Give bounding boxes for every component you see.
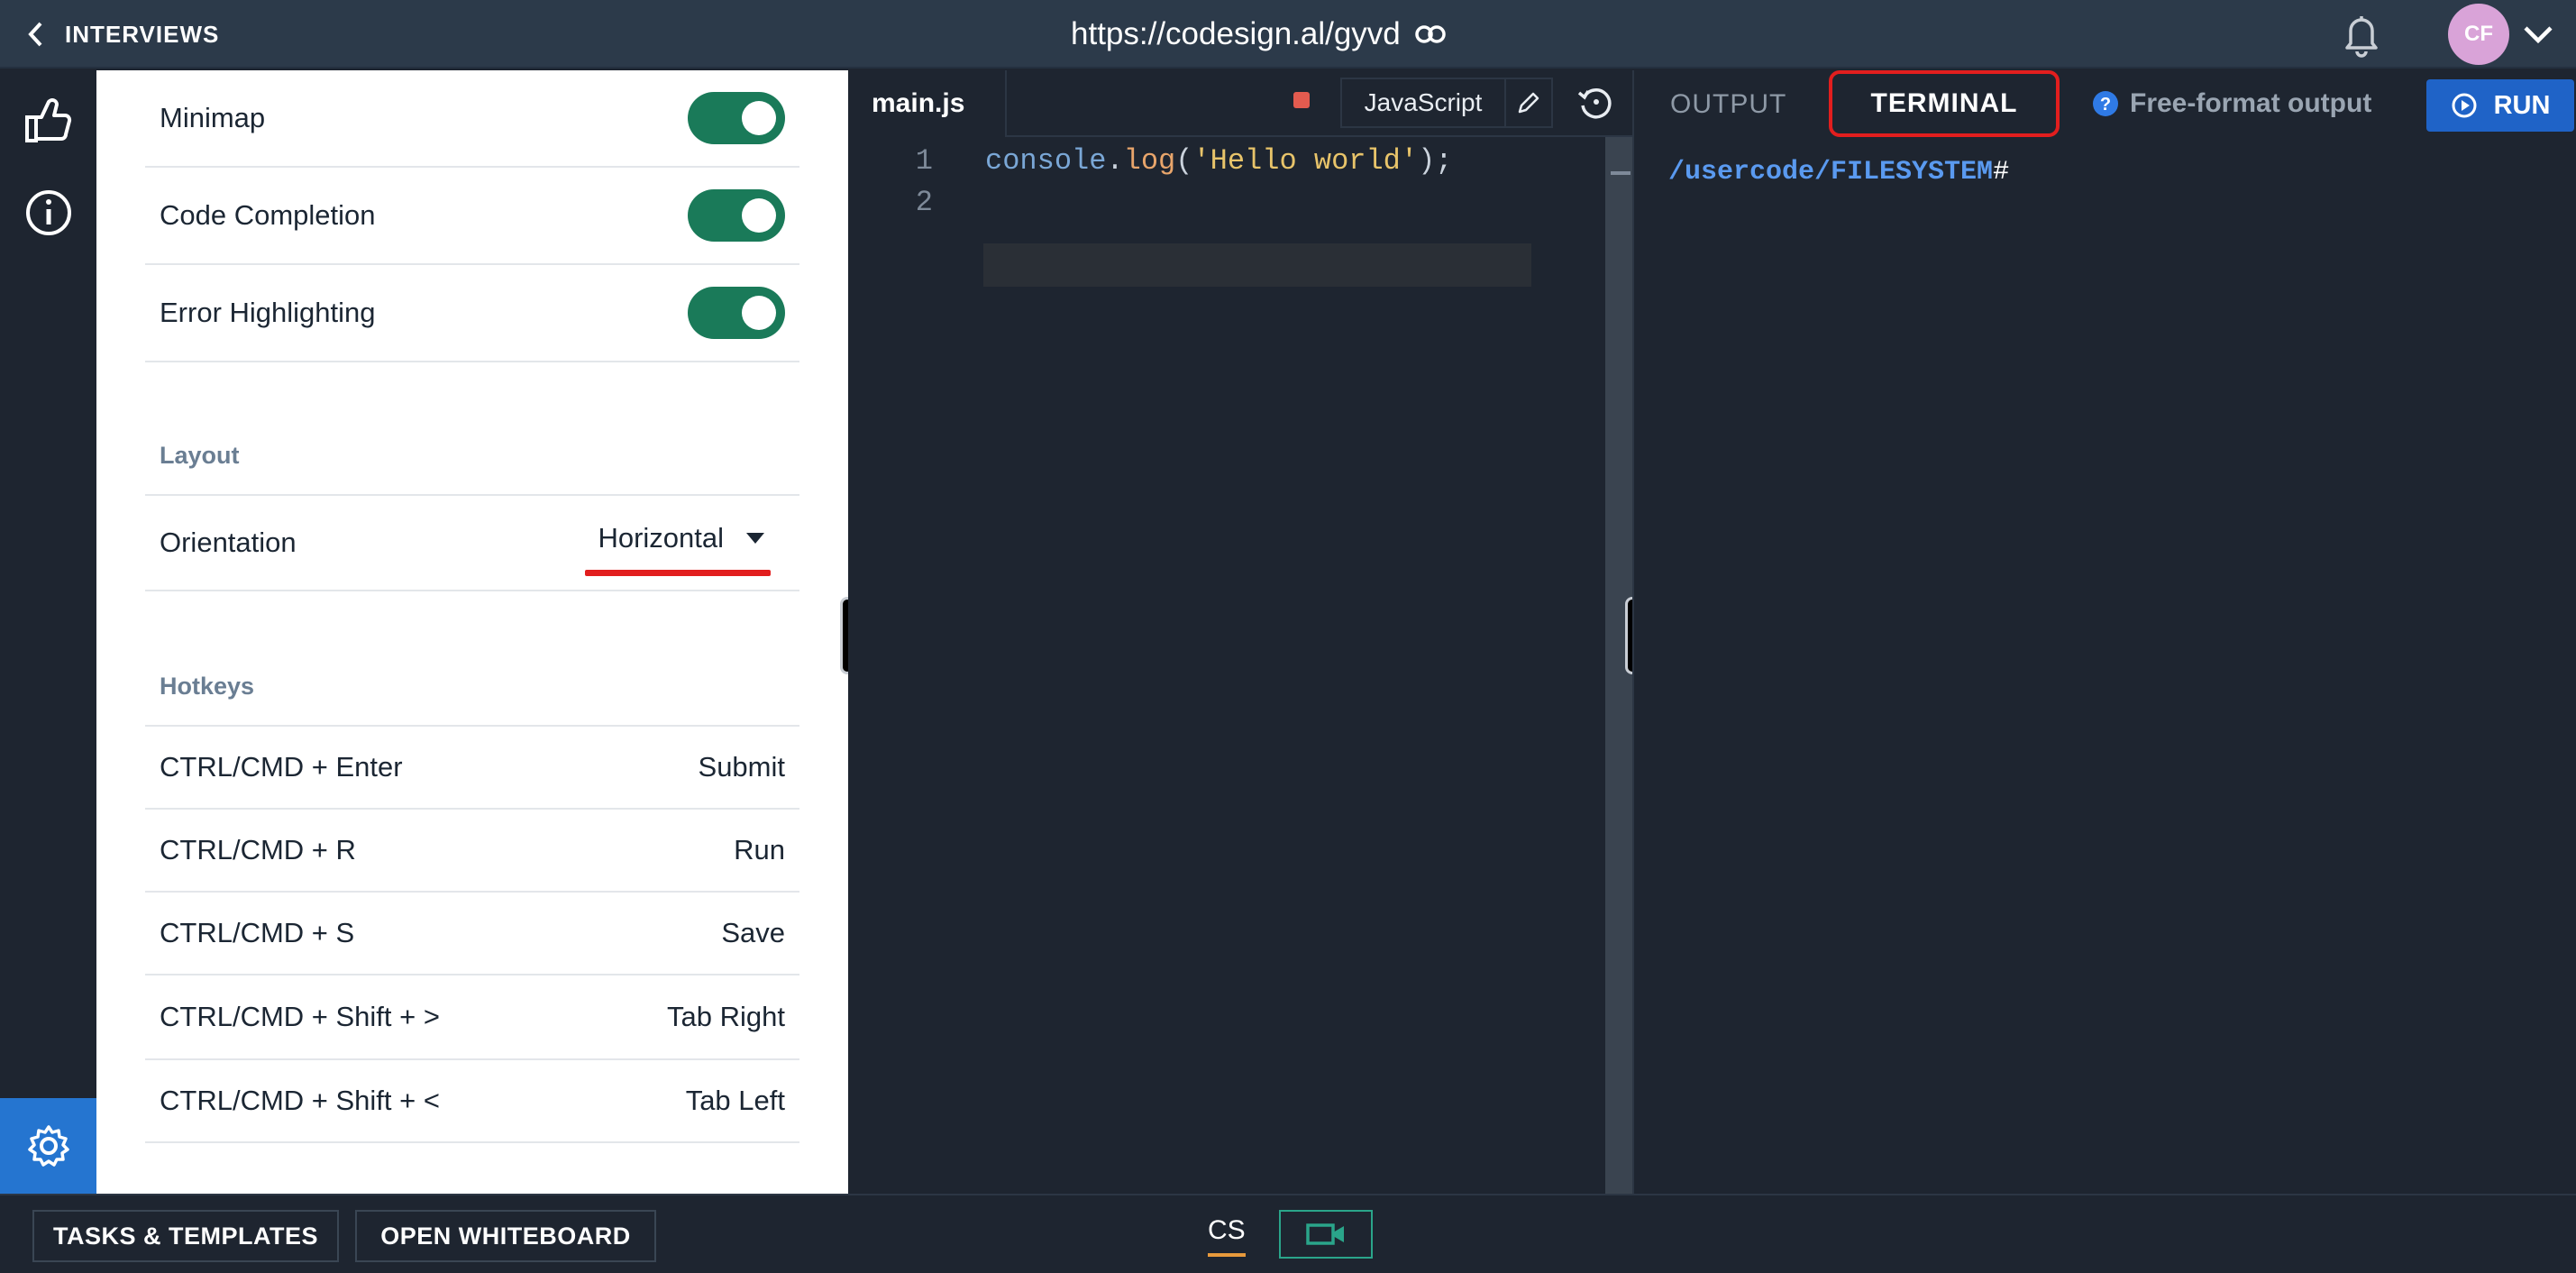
orientation-value: Horizontal bbox=[598, 522, 724, 554]
caret-down-icon bbox=[746, 533, 764, 544]
orientation-select[interactable]: Horizontal bbox=[585, 522, 771, 576]
hotkey-action: Submit bbox=[698, 751, 785, 783]
setting-minimap: Minimap bbox=[145, 70, 799, 168]
setting-code-completion: Code Completion bbox=[145, 168, 799, 265]
file-tab-main-js[interactable]: main.js bbox=[848, 70, 1007, 137]
free-format-label: Free-format output bbox=[2130, 88, 2372, 118]
hotkey-keys: CTRL/CMD + S bbox=[160, 917, 355, 948]
output-panel: OUTPUT TERMINAL ? Free-format output RUN… bbox=[1632, 70, 2576, 1194]
hotkey-action: Run bbox=[734, 834, 785, 865]
terminal-prompt[interactable]: /usercode/FILESYSTEM# bbox=[1668, 157, 2009, 188]
code-area[interactable]: 1 2 console.log('Hello world'); bbox=[848, 137, 1605, 1194]
gear-icon bbox=[27, 1125, 69, 1167]
run-button[interactable]: RUN bbox=[2426, 79, 2574, 132]
red-underline-annotation bbox=[585, 570, 771, 576]
chevron-left-icon bbox=[28, 22, 42, 47]
bell-icon[interactable] bbox=[2338, 9, 2385, 60]
pencil-icon bbox=[1518, 92, 1539, 114]
session-url[interactable]: https://codesign.al/gyvd bbox=[1071, 11, 1446, 58]
info-icon bbox=[26, 190, 71, 235]
code-editor: main.js JavaScript 1 2 console.log('Hell… bbox=[848, 70, 1632, 1194]
prompt-symbol: # bbox=[1993, 157, 2010, 188]
left-rail bbox=[0, 70, 96, 1194]
hotkey-row: CTRL/CMD + Shift + < Tab Left bbox=[145, 1060, 799, 1143]
hotkey-row: CTRL/CMD + S Save bbox=[145, 893, 799, 975]
setting-label: Minimap bbox=[160, 102, 266, 133]
back-to-interviews[interactable]: INTERVIEWS bbox=[27, 13, 219, 56]
settings-tab[interactable] bbox=[0, 1098, 96, 1194]
back-label: INTERVIEWS bbox=[65, 20, 220, 48]
chevron-down-icon[interactable] bbox=[2520, 16, 2556, 52]
hotkey-row: CTRL/CMD + R Run bbox=[145, 810, 799, 893]
code-token: ( bbox=[1175, 144, 1193, 178]
hotkey-action: Tab Left bbox=[685, 1085, 785, 1116]
tab-output[interactable]: OUTPUT bbox=[1670, 70, 1786, 139]
code-token: log bbox=[1123, 144, 1176, 178]
current-line-highlight bbox=[983, 243, 1531, 287]
url-text: https://codesign.al/gyvd bbox=[1071, 16, 1401, 51]
hotkey-keys: CTRL/CMD + Shift + < bbox=[160, 1085, 440, 1116]
history-icon bbox=[1577, 88, 1612, 119]
scrollbar-thumb[interactable] bbox=[1611, 171, 1631, 175]
info-button[interactable] bbox=[20, 184, 78, 242]
setting-orientation: Orientation Horizontal bbox=[145, 494, 799, 591]
bottom-bar: TASKS & TEMPLATES OPEN WHITEBOARD CS bbox=[0, 1194, 2576, 1273]
hotkey-action: Save bbox=[721, 917, 785, 948]
tab-terminal[interactable]: TERMINAL bbox=[1829, 70, 2060, 137]
hotkey-row: CTRL/CMD + Enter Submit bbox=[145, 725, 799, 810]
code-token: . bbox=[1106, 144, 1124, 178]
hotkey-action: Tab Right bbox=[667, 1001, 785, 1032]
free-format-output[interactable]: ? Free-format output bbox=[2092, 83, 2371, 124]
recording-indicator bbox=[1293, 92, 1310, 108]
thumbs-up-icon bbox=[25, 98, 72, 142]
tasks-templates-button[interactable]: TASKS & TEMPLATES bbox=[32, 1210, 339, 1262]
svg-text:?: ? bbox=[2100, 95, 2111, 114]
minimap-toggle[interactable] bbox=[688, 92, 785, 144]
language-selector[interactable]: JavaScript bbox=[1340, 78, 1506, 128]
line-number: 1 bbox=[915, 144, 933, 178]
layout-section-heading: Layout bbox=[160, 442, 240, 469]
video-camera-icon bbox=[1306, 1223, 1344, 1245]
top-bar: INTERVIEWS https://codesign.al/gyvd CF bbox=[0, 0, 2576, 69]
editor-tab-bar: main.js JavaScript bbox=[848, 70, 1632, 137]
link-icon[interactable] bbox=[1415, 24, 1446, 44]
edit-button[interactable] bbox=[1504, 78, 1553, 128]
play-circle-icon bbox=[2452, 93, 2477, 118]
code-token: ); bbox=[1418, 144, 1453, 178]
open-whiteboard-button[interactable]: OPEN WHITEBOARD bbox=[355, 1210, 656, 1262]
terminal-path: /usercode/FILESYSTEM bbox=[1668, 157, 1994, 188]
avatar[interactable]: CF bbox=[2448, 4, 2509, 65]
code-completion-toggle[interactable] bbox=[688, 189, 785, 242]
hotkey-keys: CTRL/CMD + Shift + > bbox=[160, 1001, 440, 1032]
run-label: RUN bbox=[2493, 90, 2551, 120]
history-button[interactable] bbox=[1569, 76, 1621, 128]
orientation-label: Orientation bbox=[160, 527, 297, 558]
settings-panel: Minimap Code Completion Error Highlighti… bbox=[96, 70, 848, 1194]
help-icon: ? bbox=[2093, 91, 2118, 116]
setting-label: Code Completion bbox=[160, 199, 376, 231]
code-line-1: console.log('Hello world'); bbox=[985, 144, 1452, 178]
hotkey-row: CTRL/CMD + Shift + > Tab Right bbox=[145, 975, 799, 1060]
code-token: console bbox=[985, 144, 1107, 178]
setting-error-highlighting: Error Highlighting bbox=[145, 265, 799, 362]
video-button[interactable] bbox=[1279, 1210, 1373, 1259]
hotkey-keys: CTRL/CMD + R bbox=[160, 834, 356, 865]
error-highlighting-toggle[interactable] bbox=[688, 287, 785, 339]
cs-tab[interactable]: CS bbox=[1208, 1215, 1246, 1257]
hotkeys-section-heading: Hotkeys bbox=[160, 673, 255, 700]
hotkey-keys: CTRL/CMD + Enter bbox=[160, 751, 403, 783]
line-number: 2 bbox=[915, 186, 933, 219]
feedback-button[interactable] bbox=[20, 92, 78, 150]
setting-label: Error Highlighting bbox=[160, 297, 376, 328]
code-token: 'Hello world' bbox=[1192, 144, 1419, 178]
